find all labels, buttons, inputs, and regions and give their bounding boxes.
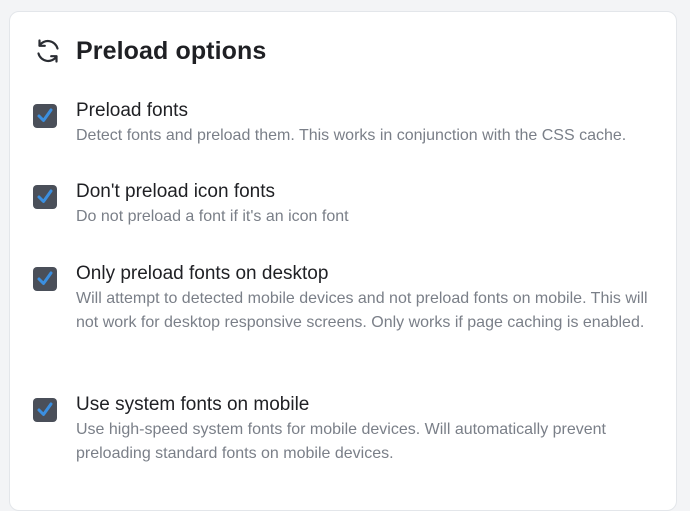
- check-icon: [37, 108, 53, 122]
- option-description: Will attempt to detected mobile devices …: [76, 290, 648, 331]
- check-icon: [37, 189, 53, 203]
- preload-options-card: Preload options Preload fonts Detect fon…: [9, 11, 677, 511]
- option-description: Do not preload a font if it's an icon fo…: [76, 208, 349, 225]
- option-label: Only preload fonts on desktop: [76, 263, 329, 284]
- only-preload-desktop-checkbox[interactable]: [33, 267, 57, 291]
- option-dont-preload-icon-fonts[interactable]: Don't preload icon fonts Do not preload …: [33, 180, 651, 229]
- check-icon: [37, 402, 53, 416]
- option-label: Use system fonts on mobile: [76, 394, 310, 415]
- section-title: Preload options: [76, 36, 267, 65]
- option-label: Don't preload icon fonts: [76, 181, 276, 202]
- option-only-preload-desktop[interactable]: Only preload fonts on desktop Will attem…: [33, 262, 651, 335]
- preload-fonts-checkbox[interactable]: [33, 104, 57, 128]
- section-header: Preload options: [33, 36, 266, 66]
- option-description: Detect fonts and preload them. This work…: [76, 127, 627, 144]
- option-label: Preload fonts: [76, 100, 188, 121]
- dont-preload-icon-fonts-checkbox[interactable]: [33, 185, 57, 209]
- option-system-fonts-mobile[interactable]: Use system fonts on mobile Use high-spee…: [33, 393, 651, 466]
- check-icon: [37, 271, 53, 285]
- option-preload-fonts[interactable]: Preload fonts Detect fonts and preload t…: [33, 99, 651, 148]
- option-description: Use high-speed system fonts for mobile d…: [76, 421, 606, 462]
- system-fonts-mobile-checkbox[interactable]: [33, 398, 57, 422]
- refresh-icon: [33, 36, 63, 66]
